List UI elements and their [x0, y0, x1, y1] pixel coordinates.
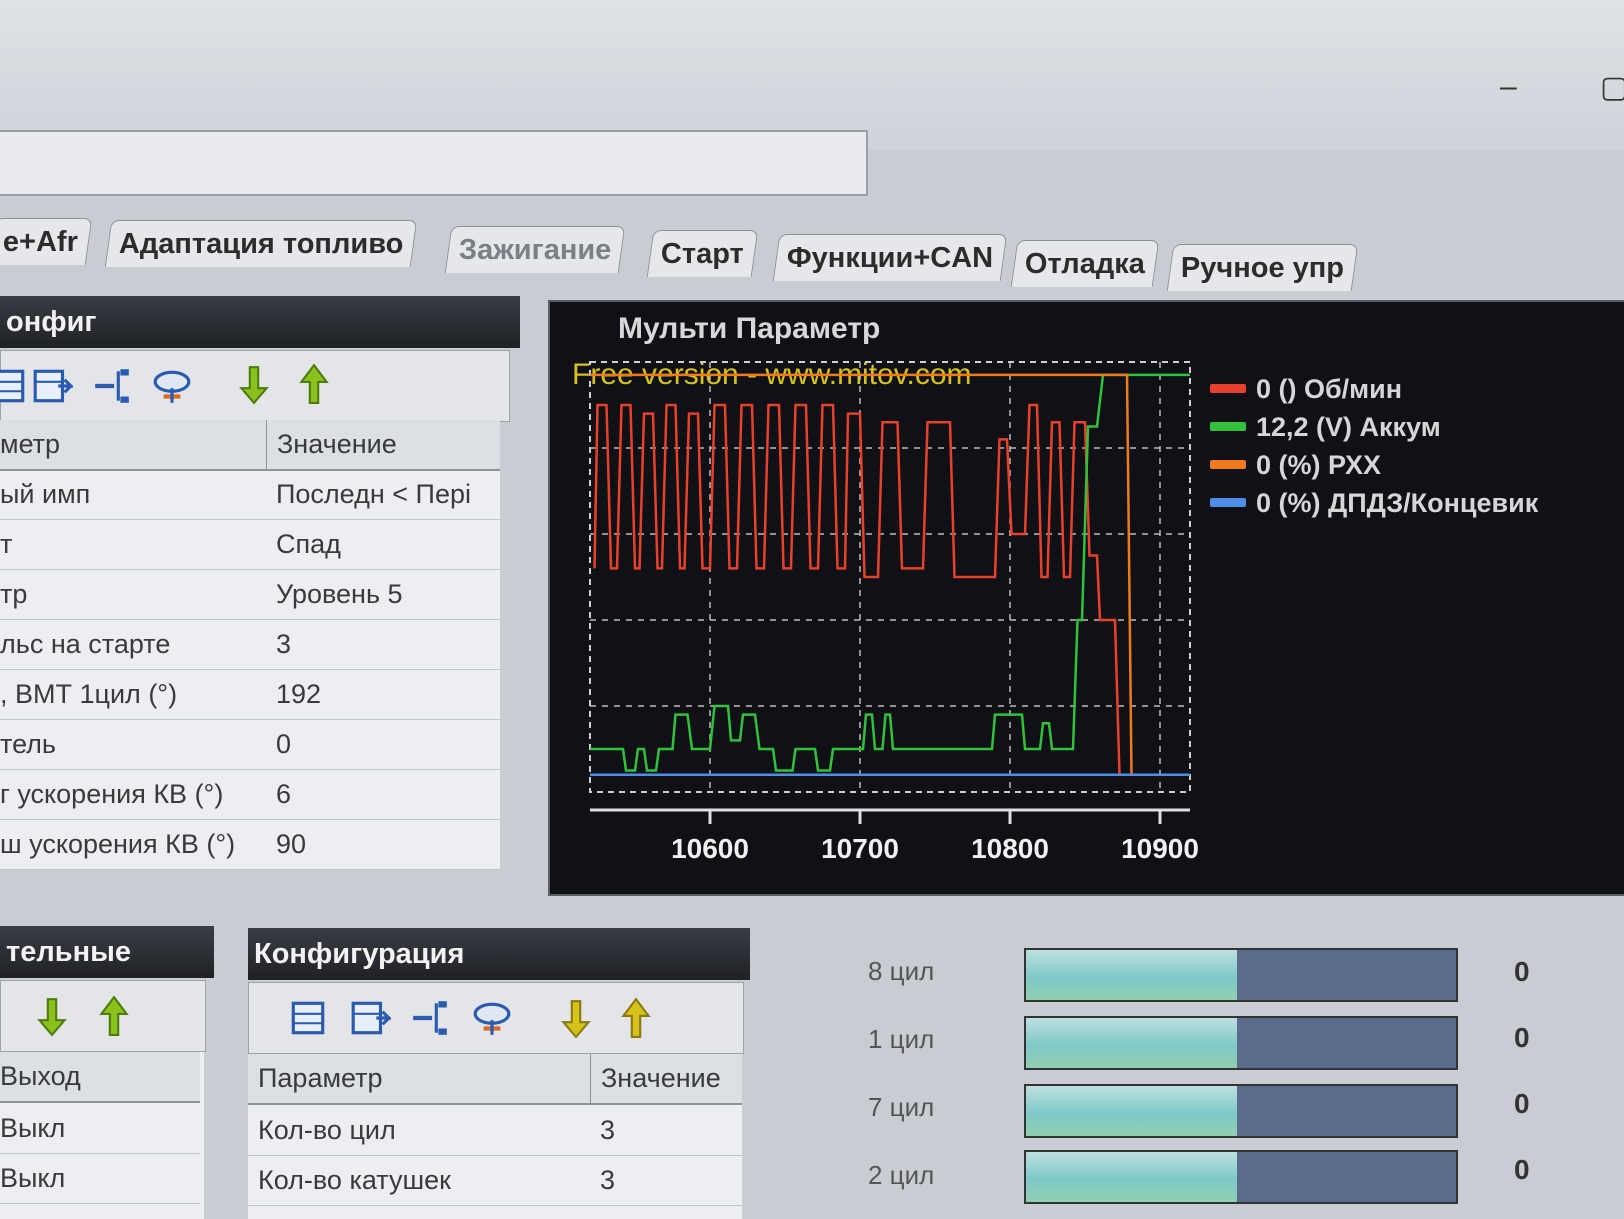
grid-header: Выход: [0, 1052, 200, 1103]
configuration-grid: Параметр Значение Кол-во цил 3 Кол-во ка…: [248, 1054, 742, 1219]
outputs-grid: Выход Выкл Выкл: [0, 1052, 204, 1219]
x-tick-label: 10700: [821, 833, 899, 864]
multi-parameter-chart-panel: Мульти Параметр Free version - www.mitov…: [548, 300, 1624, 896]
column-header-value[interactable]: Значение: [266, 420, 497, 469]
series-line: [590, 373, 1190, 772]
download-arrow-icon[interactable]: [555, 997, 597, 1039]
config-panel-title: онфиг: [0, 296, 520, 348]
table-row[interactable]: Кол-во цил 3: [248, 1106, 742, 1156]
cylinder-bar-fill: [1026, 950, 1237, 1000]
cylinder-bar: [1024, 1016, 1458, 1070]
table-row[interactable]: тель 0: [0, 720, 500, 770]
cylinder-value: 0: [1514, 1022, 1530, 1053]
legend-label: 0 (%) ДПДЗ/Концевик: [1256, 488, 1539, 518]
table-row[interactable]: Выкл: [0, 1104, 200, 1154]
column-header-param[interactable]: Параметр: [258, 1054, 578, 1103]
config-grid: метр Значение ый имп Последн < Пері т Сп…: [0, 420, 500, 870]
list-export-icon[interactable]: [31, 365, 73, 407]
table-row[interactable]: т Спад: [0, 520, 500, 570]
column-header-output[interactable]: Выход: [0, 1052, 196, 1101]
legend-label: 0 (%) РХХ: [1256, 450, 1381, 480]
cylinder-value: 0: [1514, 1088, 1530, 1119]
grid-header: метр Значение: [0, 420, 500, 471]
tab-manual-control[interactable]: Ручное упр: [1166, 244, 1359, 291]
x-tick-label: 10600: [671, 833, 749, 864]
tab-debug[interactable]: Отладка: [1010, 240, 1160, 287]
table-icon[interactable]: [287, 997, 329, 1039]
table-row[interactable]: льс на старте 3: [0, 620, 500, 670]
x-tick-label: 10800: [971, 833, 1049, 864]
window-titlebar: [0, 0, 1624, 150]
download-arrow-icon[interactable]: [233, 363, 275, 405]
maximize-icon[interactable]: ▢: [1600, 70, 1624, 105]
upload-arrow-icon[interactable]: [93, 995, 135, 1037]
cylinder-value: 0: [1514, 956, 1530, 987]
grid-header: Параметр Значение: [248, 1054, 742, 1105]
cylinder-label: 2 цил: [868, 1160, 935, 1190]
legend-label: 0 () Об/мин: [1256, 374, 1402, 404]
cylinder-bar-fill: [1026, 1086, 1237, 1136]
table-icon[interactable]: [0, 365, 29, 407]
cylinder-bar-fill: [1026, 1152, 1237, 1202]
cylinder-label: 8 цил: [868, 956, 935, 986]
configuration-toolbar: [248, 982, 744, 1054]
tab-ve-afr[interactable]: e+Afr: [0, 218, 93, 265]
tab-strip: e+Afr Адаптация топливо Зажигание Старт …: [0, 218, 1624, 291]
table-row[interactable]: тр Уровень 5: [0, 570, 500, 620]
config-toolbar: [0, 350, 510, 422]
x-tick-label: 10900: [1121, 833, 1199, 864]
tab-ignition[interactable]: Зажигание: [444, 226, 626, 273]
tree-link-icon[interactable]: [409, 997, 451, 1039]
column-header-param[interactable]: метр: [0, 420, 258, 469]
list-export-icon[interactable]: [349, 997, 391, 1039]
legend-swatch: [1210, 384, 1246, 393]
cylinder-bar: [1024, 1084, 1458, 1138]
table-row[interactable]: г ускорения КВ (°) 6: [0, 770, 500, 820]
cylinder-bar: [1024, 1150, 1458, 1204]
cloud-upload-icon[interactable]: [471, 997, 513, 1039]
tree-link-icon[interactable]: [91, 365, 133, 407]
configuration-panel-title: Конфигурация: [248, 928, 750, 980]
tab-start[interactable]: Старт: [646, 230, 759, 277]
legend-swatch: [1210, 460, 1246, 469]
download-arrow-icon[interactable]: [31, 995, 73, 1037]
tab-fuel-adaptation[interactable]: Адаптация топливо: [104, 220, 418, 267]
cylinder-bar: [1024, 948, 1458, 1002]
table-row[interactable]: Кол-во катушек 3: [248, 1156, 742, 1206]
cloud-upload-icon[interactable]: [151, 365, 193, 407]
legend-swatch: [1210, 498, 1246, 507]
cylinder-value: 0: [1514, 1154, 1530, 1185]
legend-label: 12,2 (V) Аккум: [1256, 412, 1441, 442]
table-row[interactable]: ый имп Последн < Пері: [0, 470, 500, 520]
chart-plot[interactable]: 10600 10700 10800 10900 0 () Об/мин 12,2 (V) …: [550, 302, 1624, 894]
cylinder-bar-fill: [1026, 1018, 1237, 1068]
outputs-toolbar: [0, 980, 206, 1052]
table-row[interactable]: ш ускорения КВ (°) 90: [0, 820, 500, 870]
column-header-value[interactable]: Значение: [590, 1054, 751, 1103]
cylinder-label: 1 цил: [868, 1024, 935, 1054]
legend-swatch: [1210, 422, 1246, 431]
tab-functions-can[interactable]: Функции+CAN: [772, 234, 1008, 281]
upload-arrow-icon[interactable]: [615, 997, 657, 1039]
upload-arrow-icon[interactable]: [293, 363, 335, 405]
table-row[interactable]: , ВМТ 1цил (°) 192: [0, 670, 500, 720]
table-row[interactable]: Выкл: [0, 1154, 200, 1204]
outputs-panel-title: тельные: [0, 926, 214, 978]
address-area: [0, 130, 868, 196]
minimize-icon[interactable]: –: [1500, 70, 1517, 104]
cylinder-label: 7 цил: [868, 1092, 935, 1122]
